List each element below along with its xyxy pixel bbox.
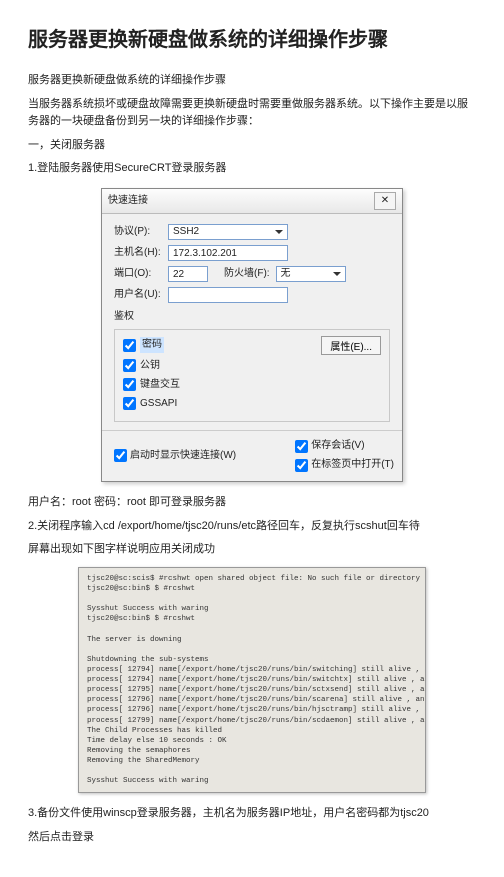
user-input[interactable] [168, 287, 288, 303]
auth-section-label: 鉴权 [114, 309, 390, 325]
firewall-select[interactable]: 无 [276, 266, 346, 282]
port-input[interactable]: 22 [168, 266, 208, 282]
step-1-text: 1.登陆服务器使用SecureCRT登录服务器 [28, 160, 476, 178]
save-session-checkbox[interactable] [295, 440, 308, 453]
auth-keyboard-checkbox[interactable] [123, 378, 136, 391]
step-2b-text: 屏幕出现如下图字样说明应用关闭成功 [28, 541, 476, 559]
firewall-label: 防火墙(F): [224, 266, 270, 282]
open-in-tab-label: 在标签页中打开(T) [311, 457, 394, 473]
dialog-title-text: 快速连接 [108, 193, 148, 209]
step-2-text: 2.关闭程序输入cd /export/home/tjsc20/runs/etc路… [28, 518, 476, 536]
open-in-tab-checkbox[interactable] [295, 459, 308, 472]
auth-pubkey-checkbox[interactable] [123, 359, 136, 372]
protocol-label: 协议(P): [114, 224, 168, 240]
login-hint: 用户名：root 密码：root 即可登录服务器 [28, 494, 476, 512]
auth-password-label: 密码 [140, 337, 164, 353]
auth-pubkey-label: 公钥 [140, 358, 160, 374]
section-1-heading: 一，关闭服务器 [28, 137, 476, 155]
connect-dialog: 快速连接 ✕ 协议(P): SSH2 主机名(H): 172.3.102.201… [101, 188, 403, 482]
protocol-select[interactable]: SSH2 [168, 224, 288, 240]
subtitle: 服务器更换新硬盘做系统的详细操作步骤 [28, 72, 476, 90]
auth-keyboard-label: 键盘交互 [140, 377, 180, 393]
host-label: 主机名(H): [114, 245, 168, 261]
show-on-start-label: 启动时显示快速连接(W) [130, 448, 236, 464]
close-icon[interactable]: ✕ [374, 192, 396, 210]
show-on-start-checkbox[interactable] [114, 449, 127, 462]
user-label: 用户名(U): [114, 287, 168, 303]
auth-password-checkbox[interactable] [123, 339, 136, 352]
step-3-text: 3.备份文件使用winscp登录服务器，主机名为服务器IP地址，用户名密码都为t… [28, 805, 476, 823]
save-session-label: 保存会话(V) [311, 438, 364, 454]
intro-text: 当服务器系统损坏或硬盘故障需要更换新硬盘时需要重做服务器系统。以下操作主要是以服… [28, 96, 476, 131]
auth-gssapi-label: GSSAPI [140, 396, 177, 412]
chevron-down-icon [275, 230, 283, 234]
chevron-down-icon [333, 272, 341, 276]
properties-button[interactable]: 属性(E)... [321, 336, 381, 355]
host-input[interactable]: 172.3.102.201 [168, 245, 288, 261]
then-text: 然后点击登录 [28, 829, 476, 847]
auth-gssapi-checkbox[interactable] [123, 397, 136, 410]
port-label: 端口(O): [114, 266, 168, 282]
terminal-output: tjsc20@sc:scis$ #rcshwt open shared obje… [78, 567, 426, 794]
auth-group: 密码 属性(E)... 公钥 键盘交互 GSSAPI [114, 329, 390, 422]
page-title: 服务器更换新硬盘做系统的详细操作步骤 [28, 24, 476, 56]
